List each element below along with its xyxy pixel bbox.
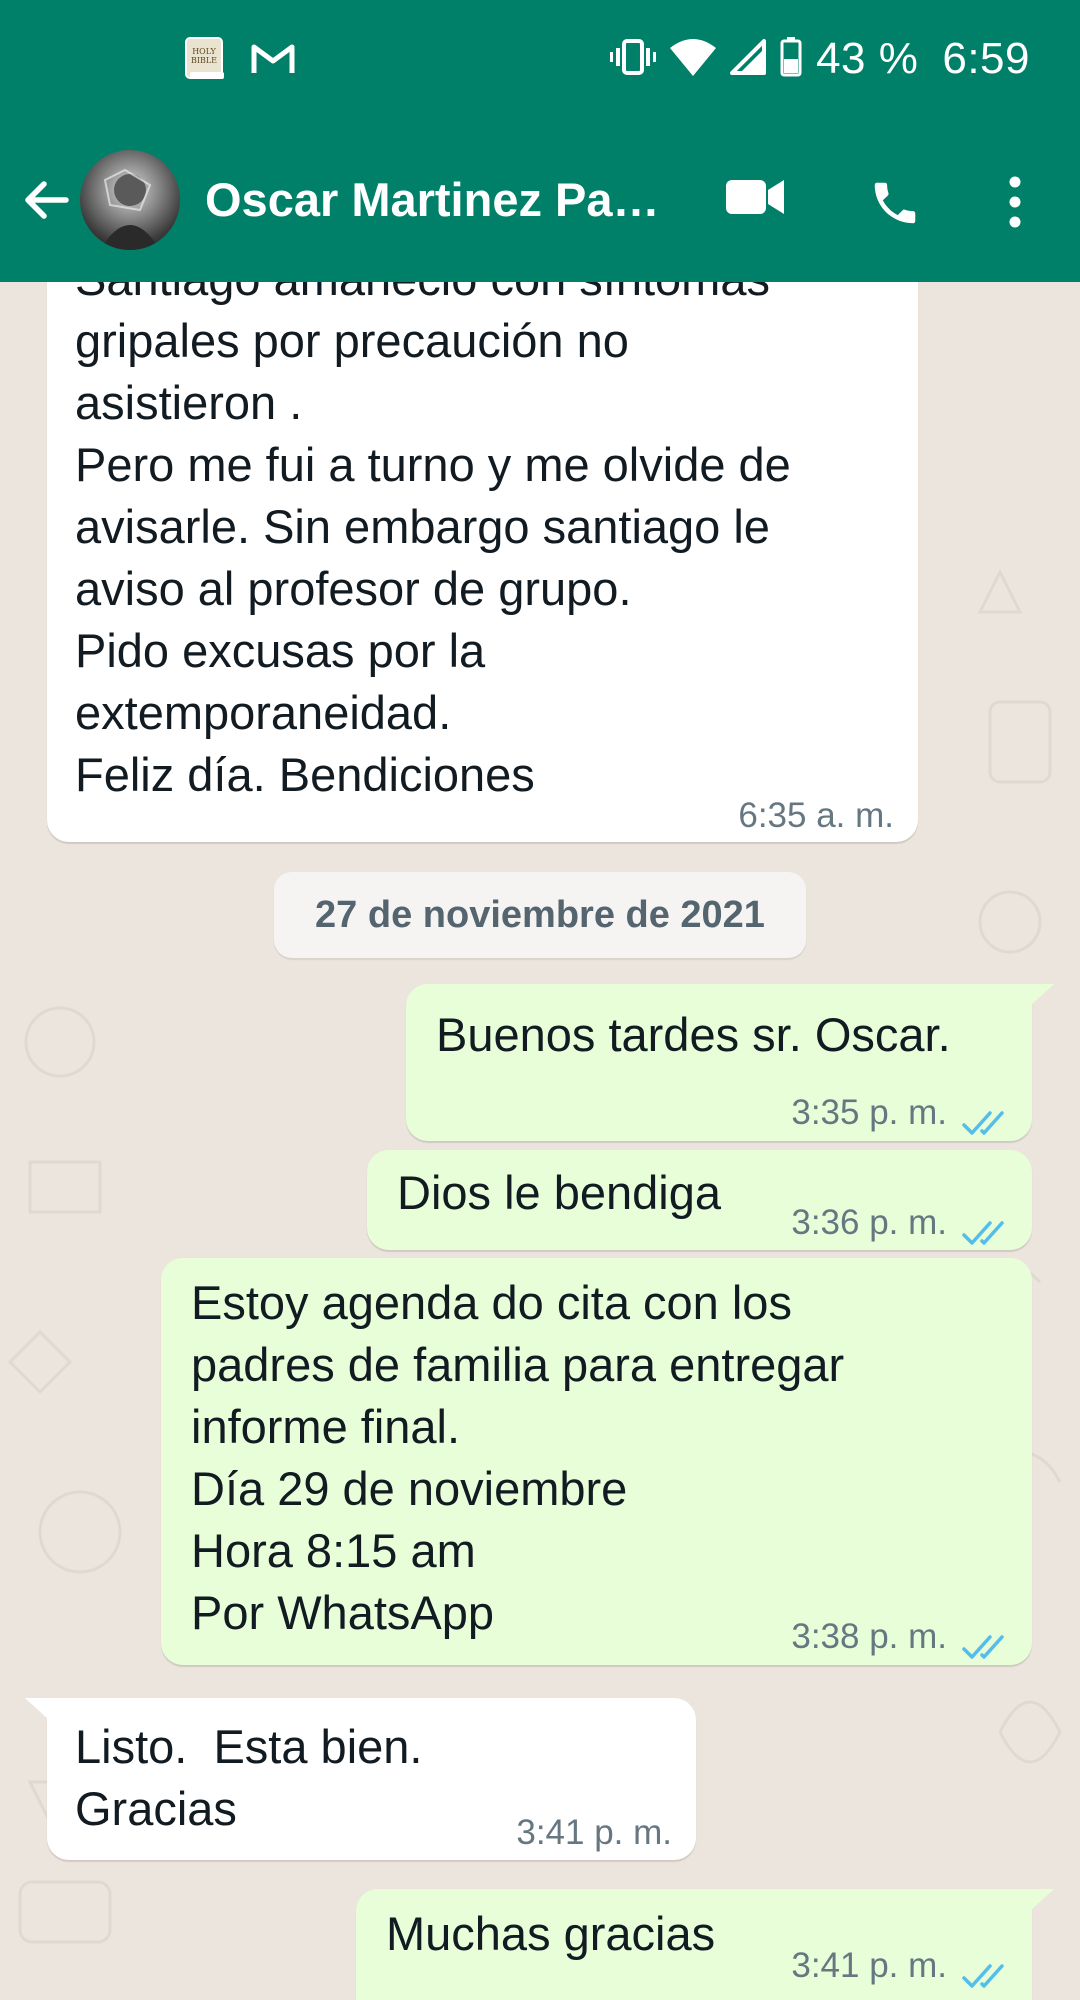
message-bubble-outgoing[interactable]: Buenos tardes sr. Oscar. 3:35 p. m. (406, 984, 1054, 1141)
message-text: Muchas gracias (386, 1907, 716, 1960)
message-bubble-outgoing[interactable]: Estoy agenda do cita con los padres de f… (161, 1258, 1032, 1665)
video-call-icon[interactable] (726, 176, 786, 223)
contact-avatar[interactable] (80, 150, 180, 250)
gmail-icon (250, 39, 296, 84)
battery-icon (780, 36, 802, 82)
message-time: 3:36 p. m. (791, 1203, 947, 1242)
message-time: 6:35 a. m. (738, 796, 894, 835)
vibrate-icon (610, 38, 657, 80)
message-list[interactable]: Santiago amaneció con síntomas gripales … (0, 282, 1080, 2000)
status-bar: HOLY BIBLE 43 % 6:59 (0, 0, 1080, 120)
chat-header: Oscar Martinez Pa… (0, 120, 1080, 282)
contact-name[interactable]: Oscar Martinez Pa… (205, 172, 675, 227)
message-bubble-incoming[interactable]: Santiago amaneció con síntomas gripales … (47, 282, 918, 842)
message-time: 3:41 p. m. (791, 1946, 947, 1985)
battery-percentage: 43 % (816, 34, 919, 83)
holy-bible-app-icon: HOLY BIBLE (182, 36, 228, 87)
bubble-tail (25, 1698, 49, 1720)
message-bubble-outgoing[interactable]: Muchas gracias 3:41 p. m. (356, 1889, 1054, 2000)
more-options-icon[interactable] (1002, 176, 1028, 233)
svg-text:BIBLE: BIBLE (191, 56, 217, 65)
message-text: Dios le bendiga (397, 1166, 721, 1219)
message-text: Santiago amaneció con síntomas gripales … (75, 282, 791, 801)
cell-signal-icon (730, 38, 767, 80)
voice-call-icon[interactable] (868, 176, 922, 235)
bubble-tail (1030, 1889, 1054, 1911)
date-separator: 27 de noviembre de 2021 (274, 872, 806, 958)
read-receipt-icon (962, 1614, 1010, 1676)
message-bubble-incoming[interactable]: Listo. Esta bien. Gracias 3:41 p. m. (25, 1698, 696, 1860)
message-text: Estoy agenda do cita con los padres de f… (191, 1276, 845, 1639)
message-text: Listo. Esta bien. Gracias (75, 1720, 423, 1835)
message-time: 3:41 p. m. (516, 1813, 672, 1852)
message-bubble-outgoing[interactable]: Dios le bendiga 3:36 p. m. (367, 1150, 1032, 1250)
message-time: 3:35 p. m. (791, 1093, 947, 1132)
read-receipt-icon (962, 1200, 1010, 1262)
message-text: Buenos tardes sr. Oscar. (436, 1008, 951, 1061)
read-receipt-icon (962, 1090, 1010, 1152)
back-arrow-icon[interactable] (20, 174, 72, 231)
read-receipt-icon (962, 1943, 1010, 2000)
message-time: 3:38 p. m. (791, 1617, 947, 1656)
bubble-tail (1030, 984, 1054, 1006)
wifi-icon (670, 38, 717, 81)
clock: 6:59 (942, 34, 1030, 83)
svg-text:HOLY: HOLY (192, 47, 216, 56)
